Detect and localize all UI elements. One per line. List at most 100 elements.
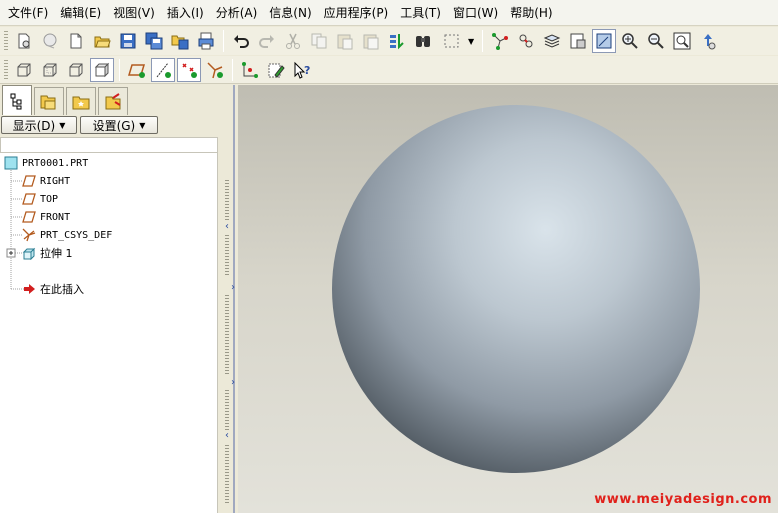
expand-chevron-icon[interactable]: › bbox=[231, 282, 235, 293]
datum-point-button[interactable] bbox=[488, 29, 512, 53]
graphics-window[interactable]: www.meiyadesign.com bbox=[238, 85, 778, 513]
tab-connections[interactable] bbox=[98, 87, 128, 115]
toolbar-separator bbox=[482, 30, 484, 52]
paste-button[interactable] bbox=[333, 29, 357, 53]
sketch-curve-icon bbox=[242, 61, 258, 78]
menu-tools[interactable]: 工具(T) bbox=[394, 2, 447, 24]
model-tree-toggle-button[interactable] bbox=[514, 29, 538, 53]
menu-edit[interactable]: 编辑(E) bbox=[54, 2, 107, 24]
tree-item-right[interactable]: RIGHT bbox=[22, 172, 70, 190]
open-session-button[interactable] bbox=[38, 29, 62, 53]
show-dropdown-button[interactable]: 显示(D) ▼ bbox=[1, 116, 77, 134]
datum-plane-icon bbox=[22, 175, 36, 187]
print-button[interactable] bbox=[194, 29, 218, 53]
expand-chevron-icon[interactable]: › bbox=[231, 377, 235, 388]
menu-insert[interactable]: 插入(I) bbox=[161, 2, 210, 24]
selection-box-icon bbox=[444, 34, 459, 48]
context-help-icon: ? bbox=[294, 61, 310, 79]
menu-view[interactable]: 视图(V) bbox=[107, 2, 161, 24]
undo-button[interactable] bbox=[229, 29, 253, 53]
zoom-in-button[interactable] bbox=[618, 29, 642, 53]
splitter-grip[interactable] bbox=[225, 180, 229, 220]
edit-note-button[interactable] bbox=[264, 58, 288, 82]
tree-item-csys[interactable]: PRT_CSYS_DEF bbox=[22, 226, 112, 244]
datum-plane-display-icon bbox=[128, 63, 146, 78]
toolbar-grip[interactable] bbox=[4, 59, 8, 80]
splitter-edge bbox=[233, 85, 235, 513]
coord-systems-toggle[interactable] bbox=[203, 58, 227, 82]
menu-window[interactable]: 窗口(W) bbox=[447, 2, 504, 24]
copy-icon bbox=[311, 33, 327, 49]
search-button[interactable] bbox=[411, 29, 435, 53]
save-button[interactable] bbox=[116, 29, 140, 53]
tab-favorites[interactable] bbox=[66, 87, 96, 115]
datum-plane-icon bbox=[22, 193, 36, 205]
regenerate-button[interactable] bbox=[385, 29, 409, 53]
tab-model-tree[interactable] bbox=[2, 85, 32, 115]
hidden-line-button[interactable] bbox=[38, 58, 62, 82]
no-hidden-cube-icon bbox=[69, 63, 83, 76]
datum-axes-toggle[interactable] bbox=[151, 57, 175, 82]
coordinate-system-icon bbox=[22, 228, 36, 242]
wireframe-cube-icon bbox=[17, 63, 31, 76]
tree-item-insert-here[interactable]: 在此插入 bbox=[22, 280, 84, 298]
copy-button[interactable] bbox=[307, 29, 331, 53]
menu-analysis[interactable]: 分析(A) bbox=[210, 2, 264, 24]
open-button[interactable] bbox=[90, 29, 114, 53]
shaded-button[interactable] bbox=[90, 57, 114, 82]
refit-button[interactable] bbox=[670, 29, 694, 53]
connections-icon bbox=[105, 92, 121, 109]
context-help-button[interactable]: ? bbox=[290, 58, 314, 82]
chevron-down-icon: ▼ bbox=[139, 120, 146, 130]
shading-button[interactable] bbox=[592, 29, 617, 53]
zoom-out-button[interactable] bbox=[644, 29, 668, 53]
menu-help[interactable]: 帮助(H) bbox=[504, 2, 558, 24]
tree-item-label: FRONT bbox=[40, 211, 71, 223]
blank-page-icon bbox=[70, 33, 82, 49]
new-file-button[interactable] bbox=[12, 29, 36, 53]
menu-file[interactable]: 文件(F) bbox=[2, 2, 54, 24]
collapse-chevron-icon[interactable]: ‹ bbox=[225, 221, 229, 232]
datum-points-toggle[interactable] bbox=[177, 57, 201, 82]
tree-root-label: PRT0001.PRT bbox=[22, 157, 89, 169]
splitter-grip[interactable] bbox=[225, 295, 229, 375]
saved-views-button[interactable] bbox=[566, 29, 590, 53]
session-icon bbox=[43, 33, 57, 49]
select-box-button[interactable] bbox=[437, 29, 467, 53]
tree-item-front[interactable]: FRONT bbox=[22, 208, 70, 226]
tree-root[interactable]: PRT0001.PRT bbox=[4, 154, 88, 172]
cut-icon bbox=[286, 33, 300, 49]
tree-item-extrude[interactable]: 拉伸 1 bbox=[22, 244, 73, 262]
select-dropdown-arrow[interactable]: ▼ bbox=[468, 37, 474, 46]
tab-folder-browser[interactable] bbox=[34, 87, 64, 115]
paste-icon bbox=[337, 34, 353, 50]
new-file-icon bbox=[18, 33, 30, 49]
tree-item-top[interactable]: TOP bbox=[22, 190, 58, 208]
paste-special-button[interactable] bbox=[359, 29, 383, 53]
splitter-grip[interactable] bbox=[225, 445, 229, 505]
backup-button[interactable] bbox=[168, 29, 192, 53]
layers-button[interactable] bbox=[540, 29, 564, 53]
collapse-chevron-icon[interactable]: ‹ bbox=[225, 430, 229, 441]
datum-planes-toggle[interactable] bbox=[125, 58, 149, 82]
splitter-grip[interactable] bbox=[225, 390, 229, 430]
redo-icon bbox=[259, 35, 274, 48]
insert-here-arrow-icon bbox=[24, 284, 35, 294]
cut-button[interactable] bbox=[281, 29, 305, 53]
redo-button[interactable] bbox=[255, 29, 279, 53]
settings-dropdown-button[interactable]: 设置(G) ▼ bbox=[80, 116, 158, 134]
annotation-button[interactable] bbox=[238, 58, 262, 82]
splitter-grip[interactable] bbox=[225, 235, 229, 275]
save-copy-button[interactable] bbox=[142, 29, 166, 53]
wireframe-button[interactable] bbox=[12, 58, 36, 82]
panel-splitter[interactable]: ‹ › › ‹ bbox=[222, 85, 238, 513]
no-hidden-button[interactable] bbox=[64, 58, 88, 82]
menu-info[interactable]: 信息(N) bbox=[263, 2, 317, 24]
sphere-model[interactable] bbox=[238, 85, 778, 513]
new-button[interactable] bbox=[64, 29, 88, 53]
shading-icon bbox=[596, 33, 612, 49]
toolbar-grip[interactable] bbox=[4, 31, 8, 51]
menu-applications[interactable]: 应用程序(P) bbox=[318, 2, 395, 24]
settings-button-label: 设置(G) bbox=[92, 118, 136, 133]
reorient-button[interactable] bbox=[696, 29, 720, 53]
